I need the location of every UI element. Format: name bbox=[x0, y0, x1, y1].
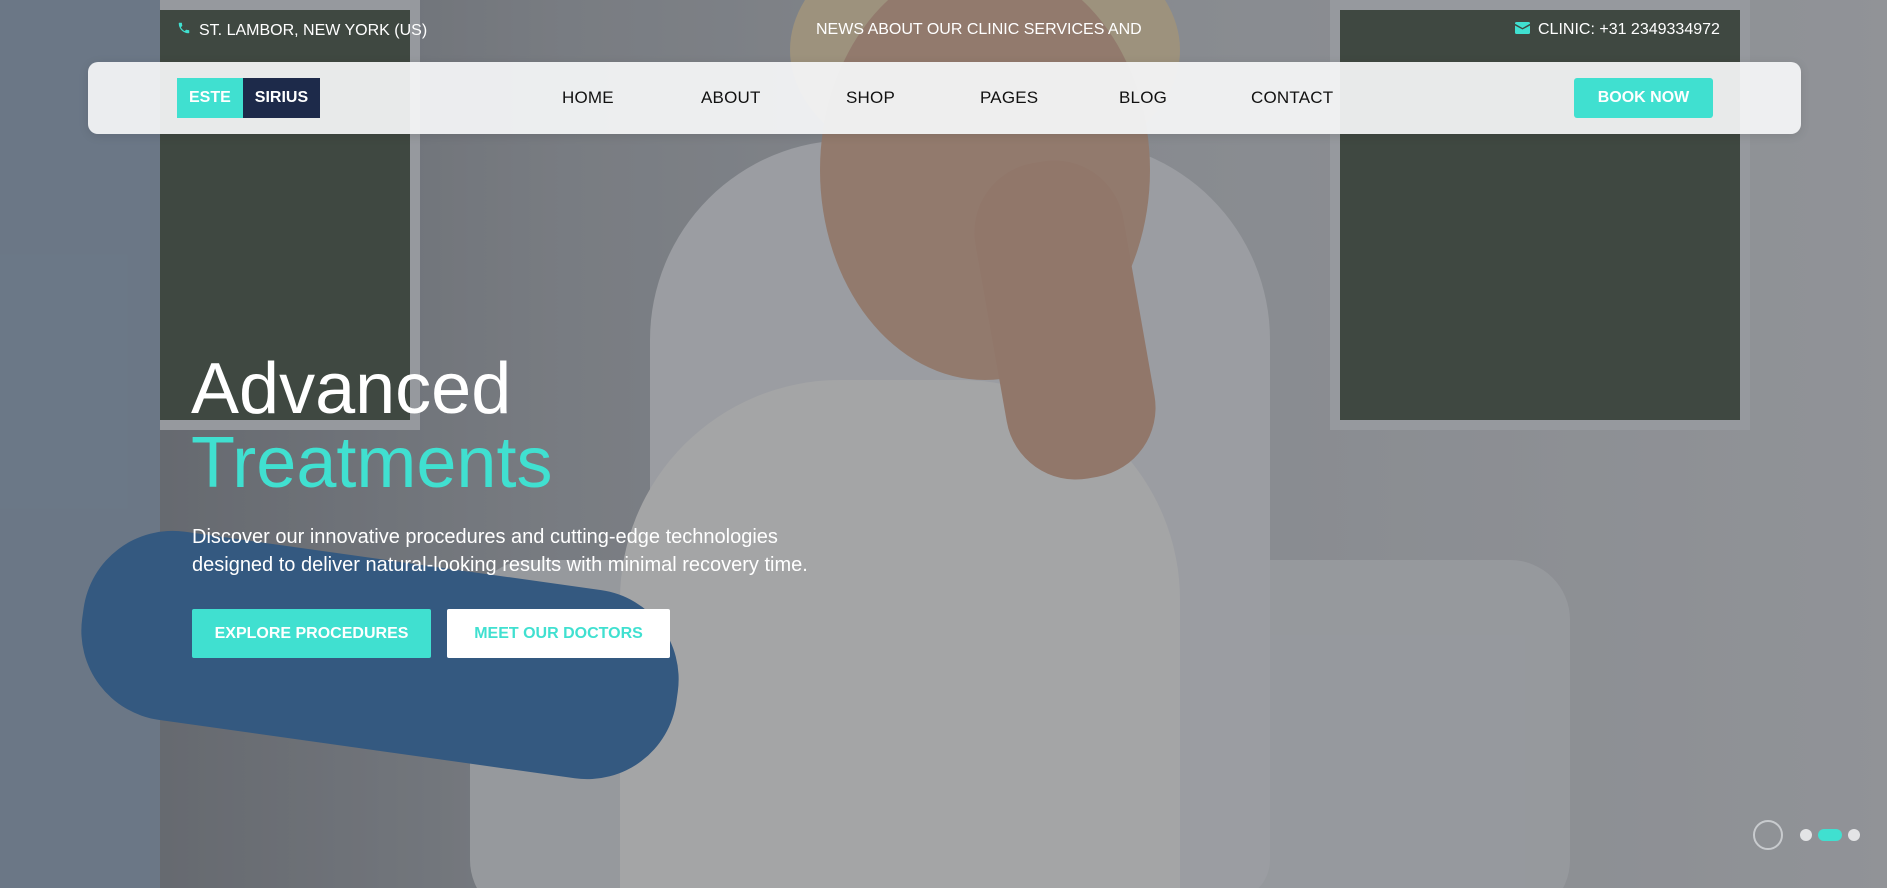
slider-dot-active[interactable] bbox=[1818, 829, 1842, 841]
slider-dot[interactable] bbox=[1848, 829, 1860, 841]
nav-item-blog[interactable]: BLOG bbox=[1119, 88, 1167, 108]
nav-item-about[interactable]: ABOUT bbox=[701, 88, 761, 108]
top-info-bar: ST. LAMBOR, NEW YORK (US) NEWS ABOUT OUR… bbox=[0, 0, 1887, 60]
mail-icon bbox=[1515, 21, 1530, 39]
nav-menu: HOME ABOUT SHOP PAGES BLOG CONTACT bbox=[88, 62, 1801, 134]
slider-pagination bbox=[1800, 829, 1860, 841]
nav-item-contact[interactable]: CONTACT bbox=[1251, 88, 1333, 108]
explore-procedures-button[interactable]: EXPLORE PROCEDURES bbox=[192, 609, 431, 658]
nav-item-shop[interactable]: SHOP bbox=[846, 88, 895, 108]
slider-play-ring[interactable] bbox=[1753, 820, 1783, 850]
slider-dot[interactable] bbox=[1800, 829, 1812, 841]
main-navbar: ESTE SIRIUS HOME ABOUT SHOP PAGES BLOG C… bbox=[88, 62, 1801, 134]
book-now-button[interactable]: BOOK NOW bbox=[1574, 78, 1713, 118]
address-text: ST. LAMBOR, NEW YORK (US) bbox=[199, 21, 428, 39]
meet-our-doctors-button[interactable]: MEET OUR DOCTORS bbox=[447, 609, 670, 658]
hero-title-line2: Treatments bbox=[191, 423, 553, 503]
hero-description: Discover our innovative procedures and c… bbox=[192, 526, 808, 576]
clinic-phone-info[interactable]: CLINIC: +31 2349334972 bbox=[1515, 21, 1720, 39]
news-text: NEWS ABOUT OUR CLINIC SERVICES AND bbox=[816, 21, 1142, 38]
hero-title-line1: Advanced bbox=[191, 349, 512, 429]
news-ticker[interactable]: NEWS ABOUT OUR CLINIC SERVICES AND bbox=[816, 21, 1142, 39]
clinic-phone-text: CLINIC: +31 2349334972 bbox=[1538, 21, 1720, 38]
hero-title: Advanced Treatments bbox=[191, 352, 552, 500]
address-info: ST. LAMBOR, NEW YORK (US) bbox=[177, 21, 427, 40]
nav-item-home[interactable]: HOME bbox=[562, 88, 614, 108]
nav-item-pages[interactable]: PAGES bbox=[980, 88, 1038, 108]
phone-icon bbox=[177, 21, 191, 40]
